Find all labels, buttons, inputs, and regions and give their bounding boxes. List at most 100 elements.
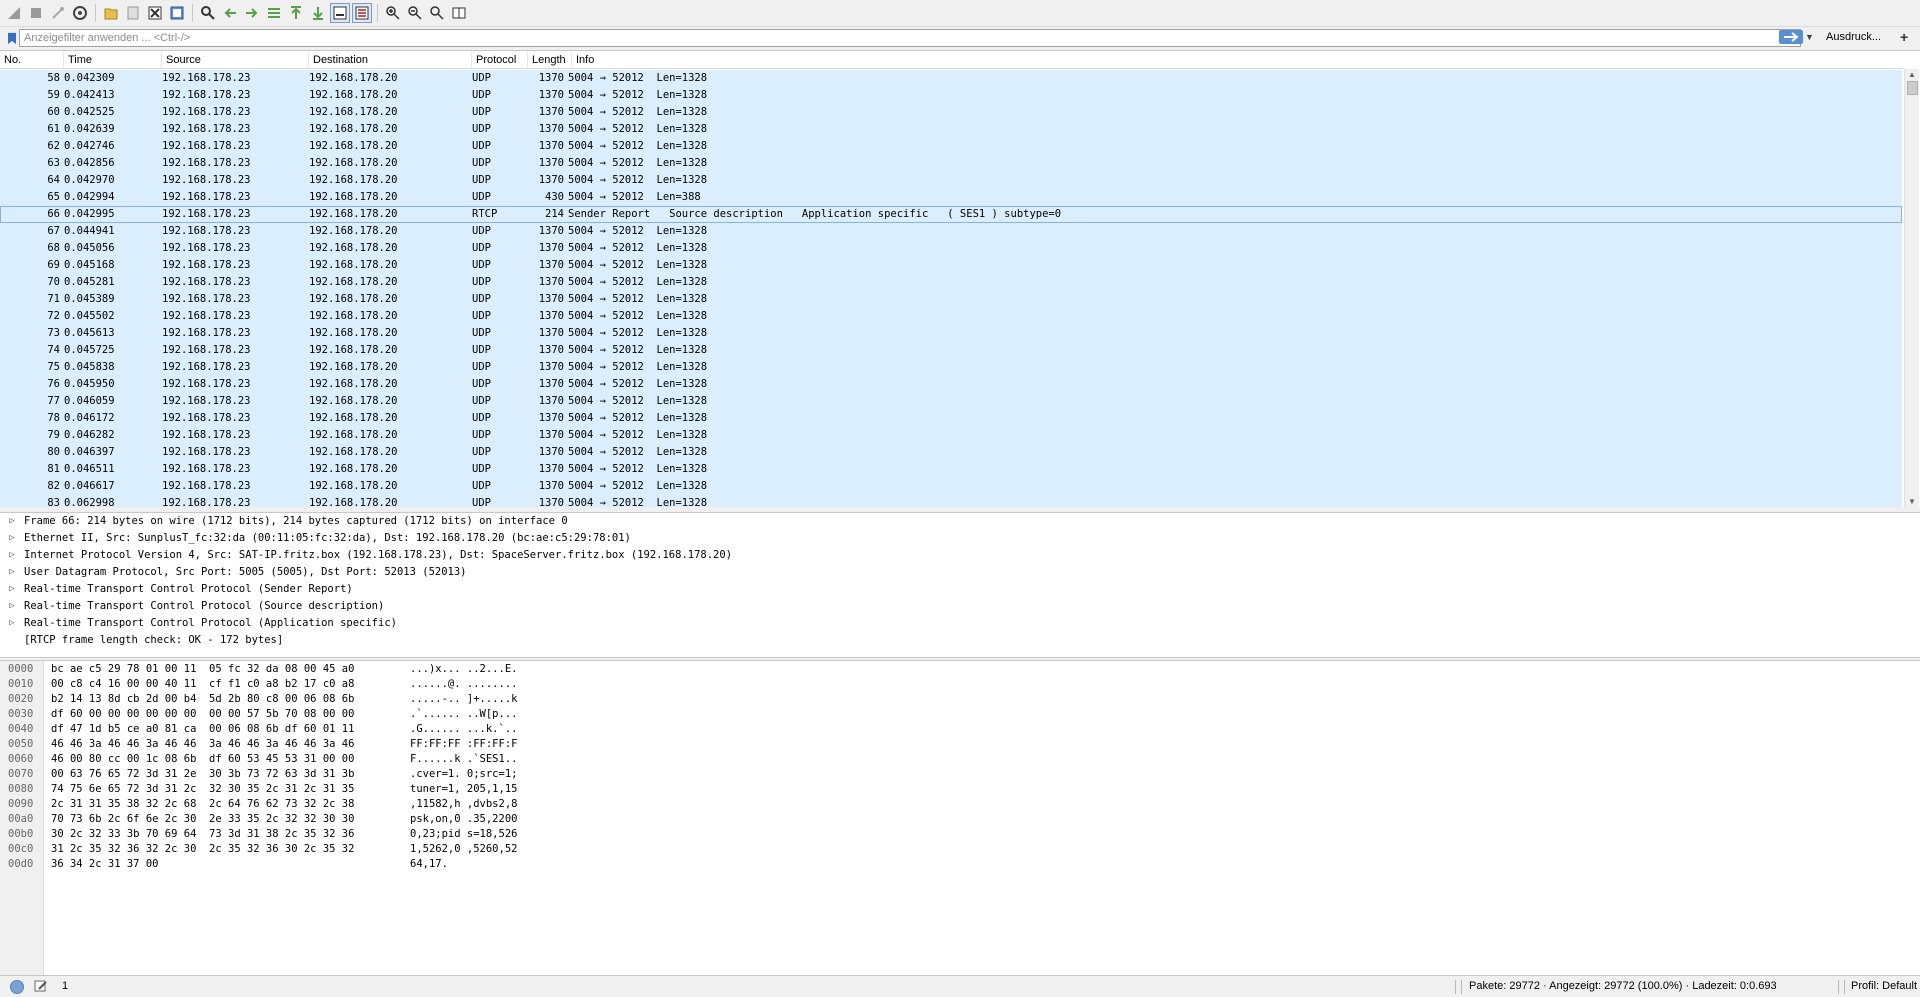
bytes-ascii-line: 1,5262,0 ,5260,52	[410, 843, 518, 855]
scroll-down-icon[interactable]: ▼	[1908, 497, 1916, 506]
colorize-button[interactable]	[352, 3, 372, 23]
packet-destination-cell: 192.168.178.20	[309, 174, 398, 186]
detail-tree-item[interactable]: ▷ Internet Protocol Version 4, Src: SAT-I…	[0, 547, 1920, 564]
profile-status[interactable]: Profil: Default	[1851, 980, 1917, 992]
detail-tree-item[interactable]: ▷ Real-time Transport Control Protocol (A…	[0, 615, 1920, 632]
expand-arrow-icon[interactable]: ▷	[0, 581, 24, 598]
packet-row[interactable]: 80 0.046397 192.168.178.23 192.168.178.20 UD…	[0, 444, 1902, 461]
packet-row[interactable]: 64 0.042970 192.168.178.23 192.168.178.20 UD…	[0, 172, 1902, 189]
packet-time-cell: 0.046617	[64, 480, 115, 492]
detail-tree-item[interactable]: ▷ Frame 66: 214 bytes on wire (1712 bits)…	[0, 513, 1920, 530]
packet-info-cell: 5004 → 52012 Len=1328	[568, 344, 708, 356]
packet-no-cell: 65	[47, 191, 60, 203]
apply-filter-button[interactable]	[1779, 30, 1803, 44]
packet-no-cell: 63	[47, 157, 60, 169]
bytes-offset-line: 0020	[8, 693, 34, 705]
detail-tree-item[interactable]: ▷ Ethernet II, Src: SunplusT_fc:32:da (00…	[0, 530, 1920, 547]
stop-capture-button[interactable]	[26, 3, 46, 23]
zoom-out-icon	[408, 6, 422, 20]
packet-row[interactable]: 67 0.044941 192.168.178.23 192.168.178.20 UD…	[0, 223, 1902, 240]
expand-arrow-icon[interactable]: ▷	[0, 564, 24, 581]
packet-row[interactable]: 62 0.042746 192.168.178.23 192.168.178.20 UD…	[0, 138, 1902, 155]
expand-arrow-icon[interactable]: ▷	[0, 547, 24, 564]
packet-row[interactable]: 74 0.045725 192.168.178.23 192.168.178.20 UD…	[0, 342, 1902, 359]
bytes-ascii-line: .`...... ..W[p...	[410, 708, 518, 720]
detail-tree-item[interactable]: ▷ Real-time Transport Control Protocol (S…	[0, 598, 1920, 615]
expand-arrow-icon[interactable]: ▷	[0, 615, 24, 632]
packet-row[interactable]: 58 0.042309 192.168.178.23 192.168.178.20 UD…	[0, 70, 1902, 87]
column-header-protocol[interactable]: Protocol	[472, 51, 528, 68]
save-file-button[interactable]	[123, 3, 143, 23]
column-header-destination[interactable]: Destination	[309, 51, 472, 68]
packet-row[interactable]: 68 0.045056 192.168.178.23 192.168.178.20 UD…	[0, 240, 1902, 257]
packet-row[interactable]: 77 0.046059 192.168.178.23 192.168.178.20 UD…	[0, 393, 1902, 410]
packet-row[interactable]: 76 0.045950 192.168.178.23 192.168.178.20 UD…	[0, 376, 1902, 393]
packet-row[interactable]: 70 0.045281 192.168.178.23 192.168.178.20 UD…	[0, 274, 1902, 291]
zoom-out-button[interactable]	[405, 3, 425, 23]
expert-info-icon[interactable]	[10, 980, 24, 994]
packet-row[interactable]: 75 0.045838 192.168.178.23 192.168.178.20 UD…	[0, 359, 1902, 376]
packet-source-cell: 192.168.178.23	[162, 310, 251, 322]
detail-tree-item[interactable]: [RTCP frame length check: OK - 172 bytes…	[0, 632, 1920, 649]
display-filter-input[interactable]: Anzeigefilter anwenden ... <Ctrl-/>	[19, 29, 1801, 47]
packet-row[interactable]: 59 0.042413 192.168.178.23 192.168.178.20 UD…	[0, 87, 1902, 104]
scrollbar-thumb[interactable]	[1907, 81, 1918, 95]
packet-row[interactable]: 79 0.046282 192.168.178.23 192.168.178.20 UD…	[0, 427, 1902, 444]
last-packet-button[interactable]	[308, 3, 328, 23]
packet-row[interactable]: 81 0.046511 192.168.178.23 192.168.178.20 UD…	[0, 461, 1902, 478]
packet-row[interactable]: 63 0.042856 192.168.178.23 192.168.178.20 UD…	[0, 155, 1902, 172]
packet-row[interactable]: 82 0.046617 192.168.178.23 192.168.178.20 UD…	[0, 478, 1902, 495]
first-packet-button[interactable]	[286, 3, 306, 23]
packet-protocol-cell: UDP	[472, 106, 491, 118]
restart-capture-button[interactable]	[48, 3, 68, 23]
start-capture-button[interactable]	[4, 3, 24, 23]
detail-tree-item[interactable]: ▷ Real-time Transport Control Protocol (S…	[0, 581, 1920, 598]
resize-columns-button[interactable]	[449, 3, 469, 23]
expand-arrow-icon[interactable]: ▷	[0, 530, 24, 547]
bytes-ascii-column[interactable]: ...)x... ..2...E. ......@. ........ .....-…	[410, 662, 517, 872]
column-header-source[interactable]: Source	[162, 51, 309, 68]
packet-row[interactable]: 60 0.042525 192.168.178.23 192.168.178.20 UD…	[0, 104, 1902, 121]
auto-scroll-button[interactable]	[330, 3, 350, 23]
packet-row[interactable]: 65 0.042994 192.168.178.23 192.168.178.20 UD…	[0, 189, 1902, 206]
packet-row[interactable]: 78 0.046172 192.168.178.23 192.168.178.20 UD…	[0, 410, 1902, 427]
column-header-length[interactable]: Length	[528, 51, 572, 68]
open-file-button[interactable]	[101, 3, 121, 23]
packet-length-cell: 430	[545, 191, 564, 203]
restart-capture-icon	[52, 7, 64, 19]
reload-file-button[interactable]	[167, 3, 187, 23]
packet-row[interactable]: 69 0.045168 192.168.178.23 192.168.178.20 UD…	[0, 257, 1902, 274]
add-filter-button[interactable]: +	[1900, 29, 1908, 45]
expand-arrow-icon[interactable]: ▷	[0, 513, 24, 530]
packet-bytes-pane: 0000 0010 0020 0030 0040 0050 0060 0070 0080 0090…	[0, 660, 1920, 976]
filter-history-dropdown[interactable]: ▼	[1805, 32, 1815, 42]
scroll-up-icon[interactable]: ▲	[1908, 70, 1916, 79]
packet-row[interactable]: 61 0.042639 192.168.178.23 192.168.178.20 UD…	[0, 121, 1902, 138]
bytes-ascii-line: .cver=1. 0;src=1;	[410, 768, 518, 780]
zoom-in-button[interactable]	[383, 3, 403, 23]
capture-options-button[interactable]	[70, 3, 90, 23]
close-file-button[interactable]	[145, 3, 165, 23]
packet-list-scrollbar[interactable]: ▲ ▼	[1904, 69, 1919, 507]
packet-row[interactable]: 83 0.062998 192.168.178.23 192.168.178.20 UD…	[0, 495, 1902, 507]
packet-destination-cell: 192.168.178.20	[309, 412, 398, 424]
column-header-info[interactable]: Info	[572, 51, 1904, 68]
column-header-no[interactable]: No.	[0, 51, 64, 68]
expression-button[interactable]: Ausdruck...	[1826, 31, 1881, 43]
capture-comment-icon[interactable]	[34, 979, 48, 993]
packet-row[interactable]: 72 0.045502 192.168.178.23 192.168.178.20 UD…	[0, 308, 1902, 325]
detail-tree-item[interactable]: ▷ User Datagram Protocol, Src Port: 5005 …	[0, 564, 1920, 581]
find-packet-button[interactable]	[198, 3, 218, 23]
column-header-time[interactable]: Time	[64, 51, 162, 68]
bytes-hex-column[interactable]: bc ae c5 29 78 01 00 11 05 fc 32 da 08 0…	[51, 662, 354, 872]
packet-row[interactable]: 71 0.045389 192.168.178.23 192.168.178.20 UD…	[0, 291, 1902, 308]
packet-row[interactable]: 73 0.045613 192.168.178.23 192.168.178.20 UD…	[0, 325, 1902, 342]
expand-arrow-icon[interactable]: ▷	[0, 598, 24, 615]
normal-size-button[interactable]	[427, 3, 447, 23]
packet-length-cell: 1370	[538, 106, 564, 118]
filter-bookmark-button[interactable]	[4, 30, 20, 46]
go-forward-button[interactable]	[242, 3, 262, 23]
packet-row[interactable]: 66 0.042995 192.168.178.23 192.168.178.20 RT…	[0, 206, 1902, 223]
go-to-packet-button[interactable]	[264, 3, 284, 23]
go-back-button[interactable]	[220, 3, 240, 23]
